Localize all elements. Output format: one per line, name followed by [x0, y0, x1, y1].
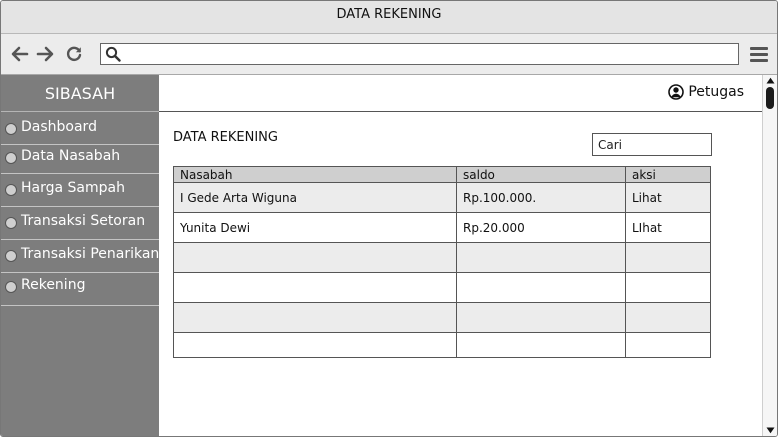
radio-circle-icon [5, 281, 17, 293]
cell-saldo [456, 333, 625, 357]
cell-aksi [625, 243, 710, 272]
sidebar-item-label: Transaksi Setoran [21, 213, 146, 229]
sidebar-item-transaksi-penarikan[interactable]: Transaksi Penarikan [1, 240, 159, 273]
cell-saldo [456, 243, 625, 272]
cell-nasabah [174, 303, 456, 332]
cell-saldo [456, 273, 625, 302]
cell-nasabah [174, 243, 456, 272]
table-row: I Gede Arta Wiguna Rp.100.000. Lihat [174, 183, 710, 213]
user-circle-icon [668, 84, 685, 100]
rekening-table: Nasabah saldo aksi I Gede Arta Wiguna Rp… [173, 166, 711, 358]
sidebar-item-label: Data Nasabah [21, 148, 121, 164]
radio-circle-icon [5, 250, 17, 262]
hamburger-icon [750, 47, 768, 62]
browser-window: DATA REKENING SIBASAH Dashboard Data Nas… [0, 0, 778, 437]
reload-icon [66, 46, 82, 62]
table-row: Yunita Dewi Rp.20.000 LIhat [174, 213, 710, 243]
app-brand: SIBASAH [1, 75, 159, 112]
page-title: DATA REKENING [173, 130, 278, 145]
search-input[interactable] [592, 133, 712, 156]
sidebar-item-rekening[interactable]: Rekening [1, 273, 159, 306]
sidebar-item-label: Transaksi Penarikan [21, 246, 159, 262]
search-icon [105, 46, 121, 62]
scroll-down-arrow-icon[interactable] [766, 427, 775, 434]
cell-nasabah [174, 273, 456, 302]
window-title: DATA REKENING [1, 1, 777, 34]
cell-nasabah [174, 333, 456, 357]
cell-aksi [625, 303, 710, 332]
table-row [174, 303, 710, 333]
cell-aksi [625, 333, 710, 357]
sidebar-item-harga-sampah[interactable]: Harga Sampah [1, 174, 159, 207]
scrollbar-thumb[interactable] [766, 87, 774, 109]
column-header: Nasabah [180, 167, 233, 182]
address-bar[interactable] [100, 43, 739, 65]
sidebar-item-dashboard[interactable]: Dashboard [1, 112, 159, 145]
lihat-link[interactable]: LIhat [625, 213, 710, 242]
arrow-left-icon [11, 46, 29, 62]
radio-circle-icon [5, 123, 17, 135]
table-row [174, 243, 710, 273]
table-row [174, 273, 710, 303]
cell-aksi [625, 273, 710, 302]
main-content: Petugas DATA REKENING Nasabah saldo aksi… [159, 75, 762, 436]
browser-toolbar [1, 34, 777, 75]
table-row [174, 333, 710, 357]
column-header: saldo [456, 167, 625, 182]
sidebar-item-label: Rekening [21, 277, 86, 293]
sidebar-item-data-nasabah[interactable]: Data Nasabah [1, 145, 159, 174]
cell-saldo: Rp.20.000 [456, 213, 625, 242]
radio-circle-icon [5, 152, 17, 164]
sidebar-item-transaksi-setoran[interactable]: Transaksi Setoran [1, 207, 159, 240]
top-bar: Petugas [159, 75, 762, 112]
hamburger-menu-button[interactable] [749, 44, 769, 64]
lihat-link[interactable]: Lihat [625, 183, 710, 212]
sidebar: SIBASAH Dashboard Data Nasabah Harga Sam… [1, 75, 159, 436]
cell-nasabah: I Gede Arta Wiguna [180, 190, 297, 205]
cell-saldo: Rp.100.000. [456, 183, 625, 212]
table-header-row: Nasabah saldo aksi [174, 167, 710, 183]
column-header: aksi [625, 167, 710, 182]
url-input[interactable] [125, 46, 734, 64]
arrow-right-icon [36, 46, 54, 62]
user-menu[interactable]: Petugas [668, 84, 744, 100]
forward-button[interactable] [35, 43, 55, 65]
scroll-up-arrow-icon[interactable] [766, 77, 775, 84]
vertical-scrollbar[interactable] [762, 75, 777, 436]
radio-circle-icon [5, 217, 17, 229]
back-button[interactable] [10, 43, 30, 65]
radio-circle-icon [5, 184, 17, 196]
sidebar-item-label: Dashboard [21, 119, 97, 135]
cell-saldo [456, 303, 625, 332]
cell-nasabah: Yunita Dewi [180, 220, 251, 235]
sidebar-item-label: Harga Sampah [21, 180, 125, 196]
user-label: Petugas [688, 84, 744, 100]
reload-button[interactable] [64, 43, 84, 65]
